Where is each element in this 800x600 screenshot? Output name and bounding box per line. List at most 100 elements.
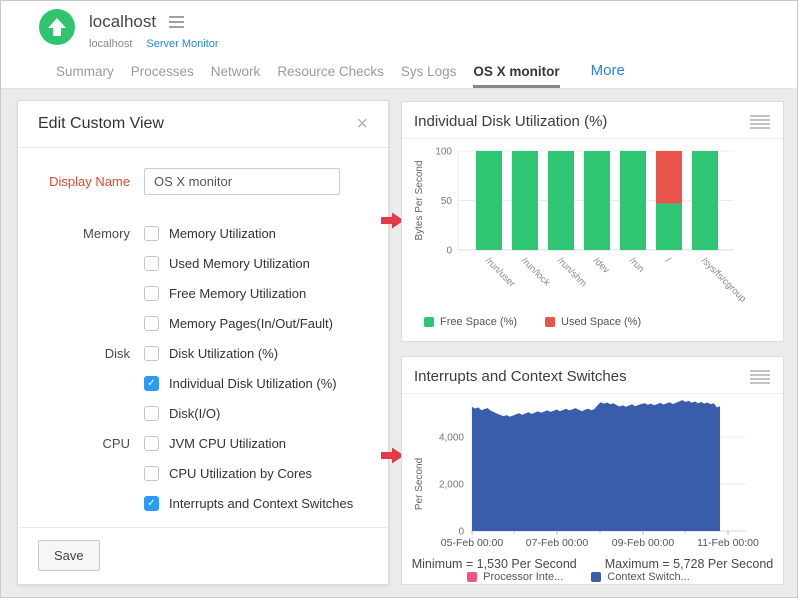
x-tick-label: 05-Feb 00:00 (441, 537, 504, 549)
x-category-label: /dev (591, 255, 612, 276)
minimum-value: Minimum = 1,530 Per Second (412, 557, 577, 571)
interrupts-context-switches-card: Interrupts and Context Switches 0 2,000 4,… (401, 356, 784, 585)
metric-label: Disk(I/O) (169, 406, 220, 421)
metric-label: Free Memory Utilization (169, 286, 306, 301)
y-tick-label: 0 (446, 246, 452, 257)
tab-processes[interactable]: Processes (131, 64, 194, 88)
bar-free-space (548, 151, 574, 250)
metric-row: Disk(I/O) (38, 398, 368, 428)
min-max-summary: Minimum = 1,530 Per Second Maximum = 5,7… (402, 557, 783, 571)
metric-row: ✓ Interrupts and Context Switches (38, 488, 368, 518)
chart-menu-icon[interactable] (750, 115, 770, 129)
chart-title: Individual Disk Utilization (%) (414, 113, 607, 130)
y-tick-label: 100 (435, 147, 452, 158)
area-chart: 02,0004,000Per Second05-Feb 00:0007-Feb … (402, 394, 782, 550)
checkbox-unchecked[interactable] (144, 346, 159, 361)
metric-checkbox-list: MemoryMemory Utilization Used Memory Util… (38, 218, 368, 518)
tab-os-x-monitor[interactable]: OS X monitor (473, 64, 559, 88)
metric-row: CPU JVM CPU Utilization (38, 428, 368, 458)
breadcrumb-host: localhost (89, 38, 132, 50)
legend-item[interactable]: Free Space (%) (424, 316, 517, 328)
edit-custom-view-modal: Edit Custom View × Display Name MemoryMe… (17, 100, 389, 585)
legend-swatch (545, 317, 555, 327)
y-tick-label: 50 (441, 196, 453, 207)
display-name-input[interactable] (144, 168, 340, 195)
monitor-menu-icon[interactable] (169, 16, 184, 28)
breadcrumb-server-monitor-link[interactable]: Server Monitor (146, 38, 218, 50)
metric-label: JVM CPU Utilization (169, 436, 286, 451)
x-tick-label: 09-Feb 00:00 (612, 537, 675, 549)
metric-row: Used Memory Utilization (38, 248, 368, 278)
metric-label: Individual Disk Utilization (%) (169, 376, 337, 391)
metric-label: Interrupts and Context Switches (169, 496, 353, 511)
tab-more[interactable]: More (591, 62, 625, 88)
up-arrow-status-icon (39, 9, 75, 45)
group-label: CPU (38, 436, 130, 451)
bar-free-space (656, 203, 682, 250)
close-icon[interactable]: × (356, 114, 368, 134)
checkbox-unchecked[interactable] (144, 316, 159, 331)
group-label: Disk (38, 346, 130, 361)
tab-resource-checks[interactable]: Resource Checks (277, 64, 384, 88)
modal-header: Edit Custom View × (18, 101, 388, 148)
bar-chart-legend: Free Space (%) Used Space (%) (402, 316, 783, 328)
metric-label: Disk Utilization (%) (169, 346, 278, 361)
page-title: localhost (89, 12, 156, 32)
x-tick-label: 07-Feb 00:00 (526, 537, 589, 549)
legend-item[interactable]: Context Switch... (591, 571, 690, 583)
group-label: Memory (38, 226, 130, 241)
x-category-label: /sys/fs/cgroup (699, 255, 748, 304)
x-category-label: /run/user (483, 255, 517, 289)
legend-item[interactable]: Used Space (%) (545, 316, 641, 328)
checkbox-unchecked[interactable] (144, 466, 159, 481)
area-chart-legend: Processor Inte... Context Switch... (402, 571, 783, 583)
server-monitor-page: localhost localhost Server Monitor Summa… (0, 0, 798, 598)
bar-free-space (512, 151, 538, 250)
save-button[interactable]: Save (38, 540, 100, 571)
bar-free-space (692, 151, 718, 250)
checkbox-unchecked[interactable] (144, 256, 159, 271)
chart-title: Interrupts and Context Switches (414, 368, 627, 385)
chart-menu-icon[interactable] (750, 370, 770, 384)
metric-row: Memory Pages(In/Out/Fault) (38, 308, 368, 338)
modal-title: Edit Custom View (38, 115, 164, 133)
bar-free-space (476, 151, 502, 250)
metric-row: CPU Utilization by Cores (38, 458, 368, 488)
display-name-row: Display Name (38, 168, 368, 195)
checkbox-unchecked[interactable] (144, 406, 159, 421)
bar-free-space (620, 151, 646, 250)
metric-label: Used Memory Utilization (169, 256, 310, 271)
disk-utilization-card: Individual Disk Utilization (%) 0 50 100 By… (401, 101, 784, 342)
x-category-label: / (663, 255, 673, 265)
tab-network[interactable]: Network (211, 64, 261, 88)
legend-swatch (467, 572, 477, 582)
display-name-label: Display Name (38, 174, 130, 189)
modal-body: Display Name MemoryMemory Utilization Use… (18, 148, 388, 518)
modal-footer: Save (18, 527, 388, 584)
area-series-context-switches (472, 400, 720, 531)
checkbox-checked[interactable]: ✓ (144, 376, 159, 391)
x-tick-label: 11-Feb 00:00 (697, 537, 759, 549)
maximum-value: Maximum = 5,728 Per Second (605, 557, 774, 571)
tab-sys-logs[interactable]: Sys Logs (401, 64, 457, 88)
checkbox-checked[interactable]: ✓ (144, 496, 159, 511)
checkbox-unchecked[interactable] (144, 436, 159, 451)
legend-label: Context Switch... (607, 571, 690, 583)
checkbox-unchecked[interactable] (144, 226, 159, 241)
metric-row: Disk Disk Utilization (%) (38, 338, 368, 368)
metric-label: CPU Utilization by Cores (169, 466, 312, 481)
x-category-label: /run (627, 255, 646, 274)
x-category-label: /run/lock (519, 255, 552, 288)
tab-summary[interactable]: Summary (56, 64, 114, 88)
y-tick-label: 2,000 (439, 480, 464, 491)
main-content: Edit Custom View × Display Name MemoryMe… (1, 89, 797, 597)
y-tick-label: 0 (458, 527, 464, 538)
y-axis-title: Bytes Per Second (414, 160, 425, 240)
metric-row: MemoryMemory Utilization (38, 218, 368, 248)
tab-bar: Summary Processes Network Resource Checks Sy… (56, 62, 625, 88)
legend-item[interactable]: Processor Inte... (467, 571, 563, 583)
legend-label: Used Space (%) (561, 316, 641, 328)
breadcrumb: localhost Server Monitor (89, 38, 219, 50)
checkbox-unchecked[interactable] (144, 286, 159, 301)
y-tick-label: 4,000 (439, 433, 464, 444)
